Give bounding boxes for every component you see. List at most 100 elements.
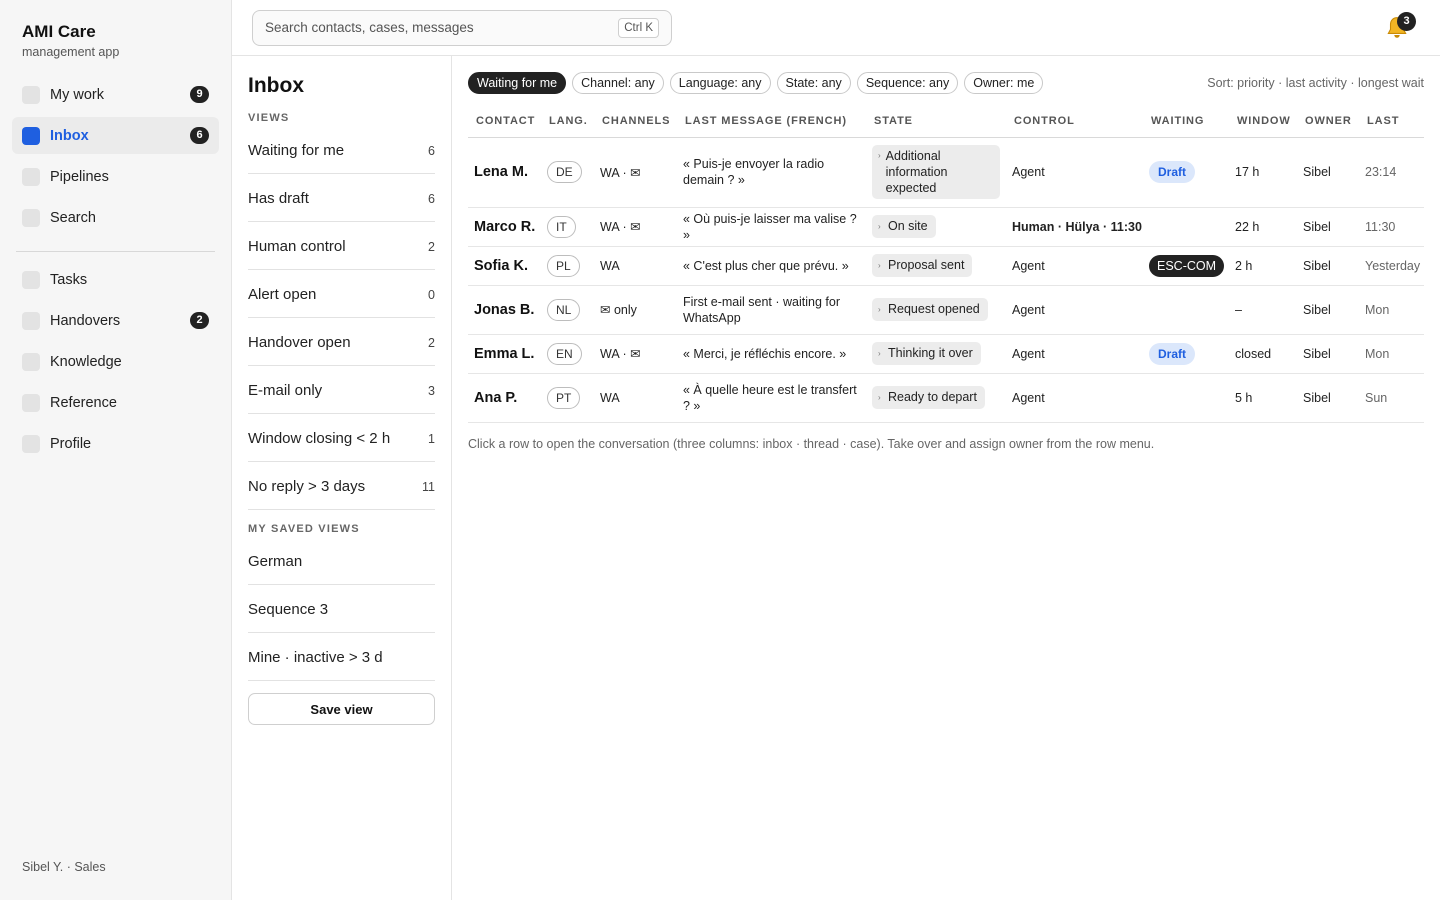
control-status: Agent bbox=[1012, 346, 1045, 361]
saved-views-list: German Sequence 3 Mine · inactive > 3 d bbox=[248, 537, 435, 681]
view-label: Window closing < 2 h bbox=[248, 430, 391, 447]
nav-item-label: Profile bbox=[50, 435, 92, 452]
last-activity: 11:30 bbox=[1365, 219, 1396, 234]
channels: ✉ only bbox=[600, 303, 637, 317]
last-activity: Mon bbox=[1365, 302, 1390, 317]
column-header-last-message-french[interactable]: LAST MESSAGE (FRENCH) bbox=[677, 106, 866, 138]
table-row[interactable]: Ana P. PT WA « À quelle heure est le transf… bbox=[468, 373, 1424, 423]
view-count: 11 bbox=[422, 480, 435, 494]
view-waiting-for-me[interactable]: Waiting for me 6 bbox=[248, 126, 435, 174]
saved-view-sequence-3[interactable]: Sequence 3 bbox=[248, 585, 435, 633]
nav-item-knowledge[interactable]: Knowledge bbox=[12, 343, 219, 380]
table-row[interactable]: Marco R. IT WA · ✉ « Où puis-je laisser ma … bbox=[468, 207, 1424, 247]
search-input[interactable]: Search contacts, cases, messages Ctrl K bbox=[252, 10, 672, 46]
primary-nav: My work 9 Inbox 6 Pipelines Search bbox=[12, 76, 219, 240]
last-activity: 23:14 bbox=[1365, 165, 1397, 179]
column-header-window[interactable]: WINDOW bbox=[1229, 106, 1297, 138]
nav-item-pipelines[interactable]: Pipelines bbox=[12, 158, 219, 195]
view-window-closing-2-h[interactable]: Window closing < 2 h 1 bbox=[248, 414, 435, 462]
contact-name: Ana P. bbox=[474, 389, 518, 406]
saved-views-heading: MY SAVED VIEWS bbox=[248, 523, 360, 535]
language-badge: PL bbox=[547, 254, 580, 277]
saved-view-label: Sequence 3 bbox=[248, 601, 329, 618]
filter-chip-channel-any[interactable]: Channel: any bbox=[572, 72, 664, 94]
state-badge: › Proposal sent bbox=[872, 254, 973, 277]
view-label: No reply > 3 days bbox=[248, 478, 366, 495]
nav-icon bbox=[22, 352, 40, 371]
window-remaining: 17 h bbox=[1235, 165, 1260, 179]
view-count: 6 bbox=[428, 144, 435, 158]
window-remaining: closed bbox=[1235, 346, 1272, 361]
nav-item-label: Reference bbox=[50, 394, 117, 411]
inbox-main: Waiting for me Channel: any Language: any S… bbox=[452, 56, 1440, 900]
nav-icon bbox=[22, 167, 40, 186]
column-header-owner[interactable]: OWNER bbox=[1297, 106, 1359, 138]
view-human-control[interactable]: Human control 2 bbox=[248, 222, 435, 270]
nav-item-search[interactable]: Search bbox=[12, 199, 219, 236]
contact-name: Lena M. bbox=[474, 164, 528, 180]
escalation-badge: ESC-COM bbox=[1149, 254, 1225, 277]
column-header-contact[interactable]: CONTACT bbox=[468, 106, 541, 138]
column-header-channels[interactable]: CHANNELS bbox=[594, 106, 677, 138]
owner: Sibel bbox=[1303, 219, 1331, 234]
owner: Sibel bbox=[1303, 390, 1331, 405]
table-row[interactable]: Jonas B. NL ✉ only First e-mail sent · wait… bbox=[468, 285, 1424, 335]
nav-icon bbox=[22, 434, 40, 453]
views-heading: VIEWS bbox=[248, 112, 290, 124]
view-count: 6 bbox=[428, 192, 435, 206]
column-header-waiting[interactable]: WAITING bbox=[1143, 106, 1229, 138]
views-list: Waiting for me 6 Has draft 6 Human control 2 A… bbox=[248, 126, 435, 510]
state-badge: › Ready to depart bbox=[872, 386, 985, 409]
table-header-row: CONTACT LANG. CHANNELS LAST MESSAGE (FRENCH… bbox=[468, 106, 1424, 138]
view-handover-open[interactable]: Handover open 2 bbox=[248, 318, 435, 366]
language-badge: EN bbox=[547, 342, 582, 365]
table-row[interactable]: Emma L. EN WA · ✉ « Merci, je réfléchis enc… bbox=[468, 334, 1424, 374]
nav-item-inbox[interactable]: Inbox 6 bbox=[12, 117, 219, 154]
view-alert-open[interactable]: Alert open 0 bbox=[248, 270, 435, 318]
nav-item-handovers[interactable]: Handovers 2 bbox=[12, 302, 219, 339]
filter-chip-waiting-for-me[interactable]: Waiting for me bbox=[468, 72, 567, 94]
window-remaining: 22 h bbox=[1235, 219, 1260, 234]
table-row[interactable]: Sofia K. PL WA « C'est plus cher que prévu.… bbox=[468, 246, 1424, 286]
window-remaining: 2 h bbox=[1235, 258, 1253, 273]
state-badge: › On site bbox=[872, 215, 936, 238]
saved-view-mine-inactive-3-d[interactable]: Mine · inactive > 3 d bbox=[248, 633, 435, 681]
state-badge: › Thinking it over bbox=[872, 342, 981, 365]
last-message: « Où puis-je laisser ma valise ? » bbox=[683, 211, 857, 242]
channels: WA · ✉ bbox=[600, 165, 641, 180]
column-header-state[interactable]: STATE bbox=[866, 106, 1006, 138]
nav-item-reference[interactable]: Reference bbox=[12, 384, 219, 421]
table-row[interactable]: Lena M. DE WA · ✉ « Puis-je envoyer la radi… bbox=[468, 137, 1424, 208]
view-count: 3 bbox=[428, 384, 435, 398]
state-arrow-icon: › bbox=[878, 349, 881, 358]
state-label: Request opened bbox=[888, 302, 980, 316]
nav-item-my-work[interactable]: My work 9 bbox=[12, 76, 219, 113]
last-message: First e-mail sent · waiting for WhatsApp bbox=[683, 294, 840, 325]
filter-chips: Waiting for me Channel: any Language: any S… bbox=[468, 72, 1044, 94]
filter-chip-sequence-any[interactable]: Sequence: any bbox=[856, 72, 959, 94]
view-count: 1 bbox=[428, 432, 435, 446]
column-header-last[interactable]: LAST bbox=[1359, 106, 1424, 138]
view-no-reply-3-days[interactable]: No reply > 3 days 11 bbox=[248, 462, 435, 510]
save-view-button[interactable]: Save view bbox=[248, 693, 435, 725]
view-has-draft[interactable]: Has draft 6 bbox=[248, 174, 435, 222]
filter-chip-state-any[interactable]: State: any bbox=[776, 72, 851, 94]
state-arrow-icon: › bbox=[878, 151, 881, 160]
nav-item-profile[interactable]: Profile bbox=[12, 425, 219, 462]
column-header-control[interactable]: CONTROL bbox=[1006, 106, 1143, 138]
sort-options[interactable]: Sort: priority · last activity · longest… bbox=[1207, 76, 1424, 90]
nav-icon bbox=[22, 270, 40, 289]
contact-name: Marco R. bbox=[474, 218, 536, 235]
column-header-lang[interactable]: LANG. bbox=[541, 106, 594, 138]
view-label: Has draft bbox=[248, 190, 309, 207]
view-e-mail-only[interactable]: E-mail only 3 bbox=[248, 366, 435, 414]
contact-name: Sofia K. bbox=[474, 257, 528, 274]
nav-icon bbox=[22, 311, 40, 330]
last-message: « Puis-je envoyer la radio demain ? » bbox=[683, 157, 825, 187]
nav-item-label: Pipelines bbox=[50, 168, 109, 185]
filter-chip-owner-me[interactable]: Owner: me bbox=[964, 72, 1044, 94]
saved-view-german[interactable]: German bbox=[248, 537, 435, 585]
filter-chip-language-any[interactable]: Language: any bbox=[669, 72, 771, 94]
last-activity: Mon bbox=[1365, 346, 1390, 361]
nav-item-tasks[interactable]: Tasks bbox=[12, 261, 219, 298]
